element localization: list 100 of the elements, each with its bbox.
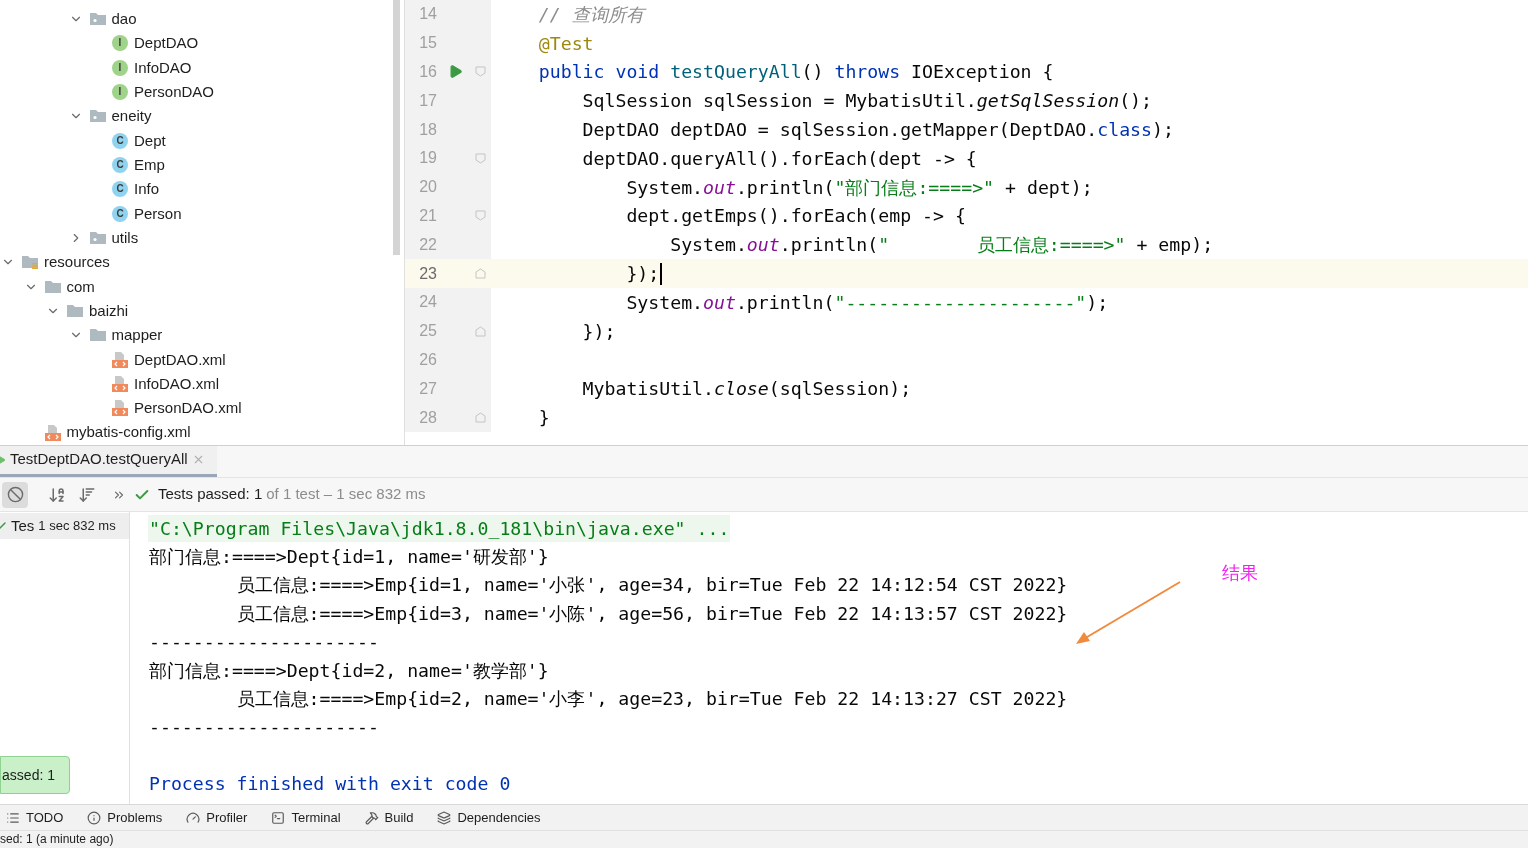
- line-number: 27: [418, 378, 437, 399]
- folder-icon: [66, 304, 84, 319]
- run-tab[interactable]: TestDeptDAO.testQueryAll: [0, 446, 217, 477]
- fold-marker-icon[interactable]: [474, 210, 486, 222]
- xml-file-icon: [43, 423, 62, 442]
- code-line: }: [537, 405, 550, 430]
- class-icon: C: [112, 157, 128, 174]
- line-number: 24: [418, 292, 437, 313]
- tree-item[interactable]: DeptDAO.xml: [134, 348, 226, 371]
- tree-item[interactable]: Person: [134, 202, 182, 226]
- tool-window-button[interactable]: Build: [364, 807, 414, 828]
- console-line: 员工信息:====>Emp{id=1, name='小张', age=34, bir=Tue Feb 22 14:12:54 CST 2022}: [235, 573, 1069, 598]
- console-line: 部门信息:====>Dept{id=1, name='研发部'}: [148, 544, 550, 569]
- code-line: dept.getEmps().forEach(emp -> {: [625, 204, 966, 229]
- fold-marker-icon[interactable]: [474, 268, 486, 280]
- line-number: 19: [418, 148, 437, 169]
- line-number: 23: [418, 263, 437, 284]
- run-icon[interactable]: [447, 64, 463, 80]
- folder-icon: [43, 279, 62, 294]
- tree-item[interactable]: utils: [111, 226, 139, 250]
- console-line: 员工信息:====>Emp{id=2, name='小李', age=23, bir=Tue Feb 22 14:13:27 CST 2022}: [235, 686, 1069, 711]
- class-icon: C: [112, 181, 128, 198]
- tool-window-button[interactable]: Problems: [87, 807, 163, 828]
- console-line: 部门信息:====>Dept{id=2, name='教学部'}: [148, 658, 550, 683]
- sort-alphabetically-icon[interactable]: [48, 485, 66, 504]
- console-line: Process finished with exit code 0: [148, 772, 512, 797]
- test-tree-row[interactable]: Tes 1 sec 832 ms: [0, 513, 129, 539]
- code-line: });: [625, 261, 660, 286]
- folder-icon: [88, 12, 107, 27]
- test-duration: 1 sec 832 ms: [38, 517, 116, 536]
- line-number: 14: [418, 4, 437, 25]
- xml-file-icon: [111, 375, 129, 394]
- line-number: 21: [418, 205, 437, 226]
- profiler-icon: [186, 810, 201, 825]
- xml-file-icon: [111, 350, 129, 369]
- dependencies-icon: [437, 810, 452, 825]
- tree-item[interactable]: dao: [111, 7, 137, 31]
- class-icon: C: [112, 205, 128, 222]
- tree-item[interactable]: InfoDAO: [134, 56, 192, 80]
- tree-item[interactable]: InfoDAO.xml: [134, 372, 220, 396]
- line-number: 25: [418, 321, 437, 342]
- console-line: ---------------------: [148, 630, 380, 655]
- tree-item[interactable]: mybatis-config.xml: [66, 421, 191, 444]
- notification-popup[interactable]: assed: 1: [0, 756, 70, 794]
- tree-item[interactable]: baizhi: [89, 299, 129, 323]
- stop-icon: [6, 486, 24, 503]
- annotation-text: 结果: [1222, 562, 1258, 585]
- tree-item[interactable]: eneity: [111, 105, 152, 128]
- tool-window-button[interactable]: Terminal: [271, 807, 341, 828]
- code-line: System.out.println("---------------------");: [625, 290, 1109, 315]
- terminal-icon: [271, 810, 286, 825]
- code-line: @Test: [537, 31, 594, 56]
- line-number: 20: [418, 177, 437, 198]
- fold-marker-icon[interactable]: [474, 325, 486, 337]
- code-line: });: [581, 319, 616, 344]
- scrollbar-thumb[interactable]: [393, 0, 400, 255]
- line-number: 15: [418, 33, 437, 54]
- tree-item[interactable]: DeptDAO: [134, 32, 199, 55]
- folder-icon: [21, 255, 39, 270]
- console-line: 员工信息:====>Emp{id=3, name='小陈', age=56, bir=Tue Feb 22 14:13:57 CST 2022}: [235, 601, 1069, 626]
- code-line: DeptDAO deptDAO = sqlSession.getMapper(DeptDAO.class);: [581, 117, 1174, 142]
- code-line: System.out.println(" 员工信息:====>" + emp);: [669, 233, 1214, 258]
- build-icon: [364, 810, 379, 825]
- test-name: Tes: [11, 515, 35, 536]
- tree-item[interactable]: PersonDAO.xml: [134, 397, 242, 420]
- status-text: sed: 1 (a minute ago): [0, 832, 114, 847]
- stop-button[interactable]: [2, 481, 28, 508]
- tool-window-button[interactable]: Profiler: [186, 807, 248, 828]
- code-line: deptDAO.queryAll().forEach(dept -> {: [581, 146, 977, 171]
- code-line: SqlSession sqlSession = MybatisUtil.getSqlSession();: [581, 89, 1152, 114]
- tree-item[interactable]: Dept: [134, 129, 166, 153]
- interface-icon: I: [112, 59, 128, 76]
- tree-item[interactable]: Emp: [134, 153, 165, 177]
- xml-file-icon: [111, 399, 129, 418]
- folder-icon: [88, 231, 107, 246]
- tree-item[interactable]: com: [66, 275, 95, 298]
- tool-window-button[interactable]: TODO: [6, 807, 64, 828]
- console-line: ---------------------: [148, 715, 380, 740]
- fold-marker-icon[interactable]: [474, 66, 486, 78]
- code-line: MybatisUtil.close(sqlSession);: [581, 377, 912, 402]
- problems-icon: [87, 810, 102, 825]
- tree-item[interactable]: Info: [134, 178, 160, 201]
- tree-item[interactable]: PersonDAO: [134, 80, 215, 104]
- line-number: 16: [418, 62, 437, 82]
- tree-item[interactable]: resources: [44, 251, 110, 274]
- fold-marker-icon[interactable]: [474, 152, 486, 164]
- fold-marker-icon[interactable]: [474, 412, 486, 424]
- folder-icon: [88, 328, 107, 343]
- class-icon: C: [112, 132, 128, 149]
- tool-window-button[interactable]: Dependencies: [437, 807, 541, 828]
- line-number: 28: [418, 407, 437, 428]
- sort-by-duration-icon[interactable]: [78, 485, 96, 504]
- todo-icon: [6, 810, 20, 825]
- code-line: System.out.println("部门信息:====>" + dept);: [625, 175, 1093, 200]
- tree-item[interactable]: mapper: [111, 324, 163, 347]
- folder-icon: [88, 109, 107, 124]
- line-number: 17: [418, 90, 437, 111]
- line-number: 22: [418, 234, 437, 255]
- line-number: 18: [418, 119, 437, 140]
- test-summary: Tests passed: 1: [158, 484, 263, 505]
